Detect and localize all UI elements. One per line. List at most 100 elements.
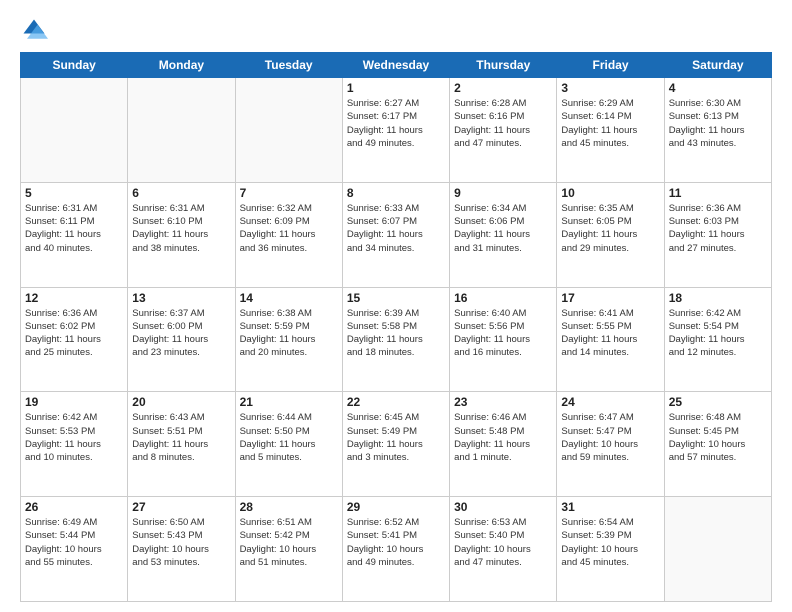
- day-number: 23: [454, 395, 552, 409]
- day-number: 25: [669, 395, 767, 409]
- day-number: 24: [561, 395, 659, 409]
- calendar-week-5: 26 Sunrise: 6:49 AM Sunset: 5:44 PM Dayli…: [21, 497, 772, 602]
- calendar-cell: 25 Sunrise: 6:48 AM Sunset: 5:45 PM Dayli…: [664, 392, 771, 497]
- day-info: Sunrise: 6:46 AM Sunset: 5:48 PM Dayligh…: [454, 411, 552, 464]
- weekday-header-sunday: Sunday: [21, 53, 128, 78]
- day-number: 16: [454, 291, 552, 305]
- day-info: Sunrise: 6:37 AM Sunset: 6:00 PM Dayligh…: [132, 307, 230, 360]
- calendar-cell: 15Sunrise: 6:39 AM Sunset: 5:58 PM Dayli…: [342, 287, 449, 392]
- day-info: Sunrise: 6:50 AM Sunset: 5:43 PM Dayligh…: [132, 516, 230, 569]
- day-info: Sunrise: 6:38 AM Sunset: 5:59 PM Dayligh…: [240, 307, 338, 360]
- day-info: Sunrise: 6:45 AM Sunset: 5:49 PM Dayligh…: [347, 411, 445, 464]
- day-info: Sunrise: 6:47 AM Sunset: 5:47 PM Dayligh…: [561, 411, 659, 464]
- calendar-cell: [21, 78, 128, 183]
- day-number: 18: [669, 291, 767, 305]
- day-info: Sunrise: 6:28 AM Sunset: 6:16 PM Dayligh…: [454, 97, 552, 150]
- day-number: 10: [561, 186, 659, 200]
- day-number: 5: [25, 186, 123, 200]
- calendar-week-3: 12 Sunrise: 6:36 AM Sunset: 6:02 PM Dayli…: [21, 287, 772, 392]
- calendar-cell: 30 Sunrise: 6:53 AM Sunset: 5:40 PM Dayli…: [450, 497, 557, 602]
- logo-icon: [20, 16, 48, 44]
- day-info: Sunrise: 6:34 AM Sunset: 6:06 PM Dayligh…: [454, 202, 552, 255]
- day-number: 8: [347, 186, 445, 200]
- calendar-cell: 1 Sunrise: 6:27 AM Sunset: 6:17 PM Daylig…: [342, 78, 449, 183]
- day-number: 17: [561, 291, 659, 305]
- day-number: 27: [132, 500, 230, 514]
- calendar-cell: 29Sunrise: 6:52 AM Sunset: 5:41 PM Dayli…: [342, 497, 449, 602]
- day-number: 4: [669, 81, 767, 95]
- day-number: 3: [561, 81, 659, 95]
- day-number: 22: [347, 395, 445, 409]
- calendar-cell: 11 Sunrise: 6:36 AM Sunset: 6:03 PM Dayli…: [664, 182, 771, 287]
- calendar-cell: 18 Sunrise: 6:42 AM Sunset: 5:54 PM Dayli…: [664, 287, 771, 392]
- day-info: Sunrise: 6:42 AM Sunset: 5:54 PM Dayligh…: [669, 307, 767, 360]
- calendar-cell: 24 Sunrise: 6:47 AM Sunset: 5:47 PM Dayli…: [557, 392, 664, 497]
- weekday-header-row: SundayMondayTuesdayWednesdayThursdayFrid…: [21, 53, 772, 78]
- day-number: 28: [240, 500, 338, 514]
- day-number: 12: [25, 291, 123, 305]
- day-number: 29: [347, 500, 445, 514]
- calendar-cell: 17 Sunrise: 6:41 AM Sunset: 5:55 PM Dayli…: [557, 287, 664, 392]
- day-info: Sunrise: 6:43 AM Sunset: 5:51 PM Dayligh…: [132, 411, 230, 464]
- calendar-cell: 26 Sunrise: 6:49 AM Sunset: 5:44 PM Dayli…: [21, 497, 128, 602]
- day-info: Sunrise: 6:32 AM Sunset: 6:09 PM Dayligh…: [240, 202, 338, 255]
- calendar-week-1: 1 Sunrise: 6:27 AM Sunset: 6:17 PM Daylig…: [21, 78, 772, 183]
- calendar-cell: 19 Sunrise: 6:42 AM Sunset: 5:53 PM Dayli…: [21, 392, 128, 497]
- page: SundayMondayTuesdayWednesdayThursdayFrid…: [0, 0, 792, 612]
- calendar-cell: [128, 78, 235, 183]
- calendar-cell: [664, 497, 771, 602]
- calendar-cell: 22 Sunrise: 6:45 AM Sunset: 5:49 PM Dayli…: [342, 392, 449, 497]
- day-info: Sunrise: 6:27 AM Sunset: 6:17 PM Dayligh…: [347, 97, 445, 150]
- weekday-header-thursday: Thursday: [450, 53, 557, 78]
- day-info: Sunrise: 6:41 AM Sunset: 5:55 PM Dayligh…: [561, 307, 659, 360]
- day-info: Sunrise: 6:53 AM Sunset: 5:40 PM Dayligh…: [454, 516, 552, 569]
- calendar-cell: 13 Sunrise: 6:37 AM Sunset: 6:00 PM Dayli…: [128, 287, 235, 392]
- day-info: Sunrise: 6:35 AM Sunset: 6:05 PM Dayligh…: [561, 202, 659, 255]
- weekday-header-wednesday: Wednesday: [342, 53, 449, 78]
- calendar-cell: 5 Sunrise: 6:31 AM Sunset: 6:11 PM Daylig…: [21, 182, 128, 287]
- day-number: 1: [347, 81, 445, 95]
- calendar-cell: 3Sunrise: 6:29 AM Sunset: 6:14 PM Daylig…: [557, 78, 664, 183]
- calendar-cell: 2 Sunrise: 6:28 AM Sunset: 6:16 PM Daylig…: [450, 78, 557, 183]
- day-info: Sunrise: 6:44 AM Sunset: 5:50 PM Dayligh…: [240, 411, 338, 464]
- calendar-cell: 14 Sunrise: 6:38 AM Sunset: 5:59 PM Dayli…: [235, 287, 342, 392]
- day-number: 9: [454, 186, 552, 200]
- day-number: 26: [25, 500, 123, 514]
- calendar-cell: 7Sunrise: 6:32 AM Sunset: 6:09 PM Daylig…: [235, 182, 342, 287]
- day-info: Sunrise: 6:40 AM Sunset: 5:56 PM Dayligh…: [454, 307, 552, 360]
- calendar-cell: 27 Sunrise: 6:50 AM Sunset: 5:43 PM Dayli…: [128, 497, 235, 602]
- day-info: Sunrise: 6:30 AM Sunset: 6:13 PM Dayligh…: [669, 97, 767, 150]
- day-info: Sunrise: 6:42 AM Sunset: 5:53 PM Dayligh…: [25, 411, 123, 464]
- day-number: 11: [669, 186, 767, 200]
- day-number: 14: [240, 291, 338, 305]
- day-info: Sunrise: 6:36 AM Sunset: 6:03 PM Dayligh…: [669, 202, 767, 255]
- day-info: Sunrise: 6:31 AM Sunset: 6:11 PM Dayligh…: [25, 202, 123, 255]
- logo: [20, 16, 52, 44]
- calendar-cell: 31 Sunrise: 6:54 AM Sunset: 5:39 PM Dayli…: [557, 497, 664, 602]
- calendar-cell: 20Sunrise: 6:43 AM Sunset: 5:51 PM Dayli…: [128, 392, 235, 497]
- weekday-header-tuesday: Tuesday: [235, 53, 342, 78]
- calendar-cell: 8 Sunrise: 6:33 AM Sunset: 6:07 PM Daylig…: [342, 182, 449, 287]
- header: [20, 16, 772, 44]
- day-number: 15: [347, 291, 445, 305]
- calendar-cell: 6Sunrise: 6:31 AM Sunset: 6:10 PM Daylig…: [128, 182, 235, 287]
- day-info: Sunrise: 6:54 AM Sunset: 5:39 PM Dayligh…: [561, 516, 659, 569]
- calendar-cell: 23 Sunrise: 6:46 AM Sunset: 5:48 PM Dayli…: [450, 392, 557, 497]
- day-info: Sunrise: 6:48 AM Sunset: 5:45 PM Dayligh…: [669, 411, 767, 464]
- weekday-header-friday: Friday: [557, 53, 664, 78]
- day-info: Sunrise: 6:36 AM Sunset: 6:02 PM Dayligh…: [25, 307, 123, 360]
- day-info: Sunrise: 6:33 AM Sunset: 6:07 PM Dayligh…: [347, 202, 445, 255]
- calendar-week-4: 19 Sunrise: 6:42 AM Sunset: 5:53 PM Dayli…: [21, 392, 772, 497]
- weekday-header-monday: Monday: [128, 53, 235, 78]
- day-number: 30: [454, 500, 552, 514]
- calendar-cell: 10 Sunrise: 6:35 AM Sunset: 6:05 PM Dayli…: [557, 182, 664, 287]
- day-number: 19: [25, 395, 123, 409]
- calendar-cell: 21Sunrise: 6:44 AM Sunset: 5:50 PM Dayli…: [235, 392, 342, 497]
- day-number: 31: [561, 500, 659, 514]
- day-info: Sunrise: 6:31 AM Sunset: 6:10 PM Dayligh…: [132, 202, 230, 255]
- day-number: 2: [454, 81, 552, 95]
- calendar-cell: 28Sunrise: 6:51 AM Sunset: 5:42 PM Dayli…: [235, 497, 342, 602]
- calendar-cell: 4 Sunrise: 6:30 AM Sunset: 6:13 PM Daylig…: [664, 78, 771, 183]
- day-number: 13: [132, 291, 230, 305]
- day-info: Sunrise: 6:49 AM Sunset: 5:44 PM Dayligh…: [25, 516, 123, 569]
